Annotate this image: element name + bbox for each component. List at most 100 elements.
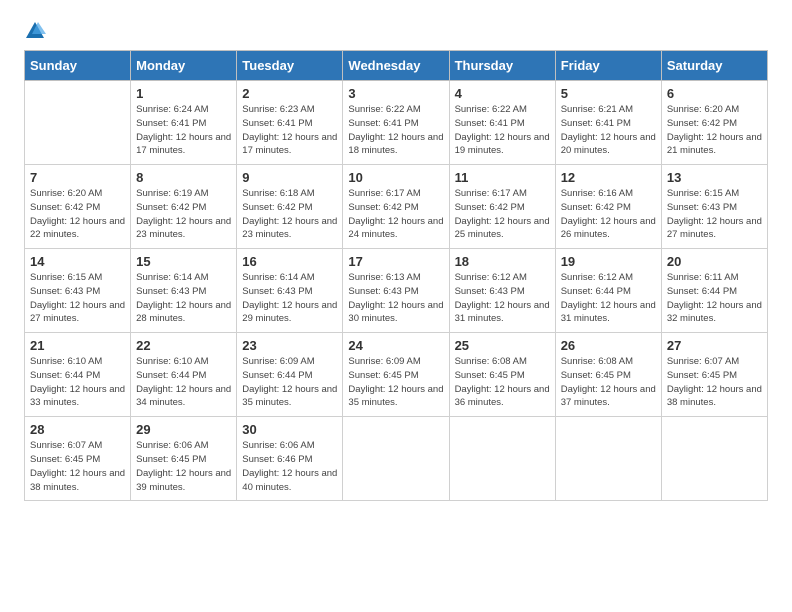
day-number: 26 (561, 338, 656, 353)
day-cell: 30 Sunrise: 6:06 AMSunset: 6:46 PMDayligh… (237, 417, 343, 501)
day-number: 14 (30, 254, 125, 269)
day-cell: 6 Sunrise: 6:20 AMSunset: 6:42 PMDaylight… (661, 81, 767, 165)
day-number: 8 (136, 170, 231, 185)
day-number: 10 (348, 170, 443, 185)
day-number: 27 (667, 338, 762, 353)
week-row-5: 28 Sunrise: 6:07 AMSunset: 6:45 PMDayligh… (25, 417, 768, 501)
logo (24, 20, 50, 42)
week-row-4: 21 Sunrise: 6:10 AMSunset: 6:44 PMDayligh… (25, 333, 768, 417)
day-number: 24 (348, 338, 443, 353)
day-number: 19 (561, 254, 656, 269)
day-number: 4 (455, 86, 550, 101)
day-number: 30 (242, 422, 337, 437)
day-cell (449, 417, 555, 501)
day-cell: 1Sunrise: 6:24 AMSunset: 6:41 PMDaylight… (131, 81, 237, 165)
day-info: Sunrise: 6:09 AMSunset: 6:45 PMDaylight:… (348, 355, 443, 410)
day-info: Sunrise: 6:07 AMSunset: 6:45 PMDaylight:… (667, 355, 762, 410)
day-cell: 5 Sunrise: 6:21 AMSunset: 6:41 PMDaylight… (555, 81, 661, 165)
day-number: 5 (561, 86, 656, 101)
day-info: Sunrise: 6:20 AMSunset: 6:42 PMDaylight:… (667, 103, 762, 158)
header-cell-thursday: Thursday (449, 51, 555, 81)
day-cell: 28 Sunrise: 6:07 AMSunset: 6:45 PMDayligh… (25, 417, 131, 501)
day-cell: 17Sunrise: 6:13 AMSunset: 6:43 PMDayligh… (343, 249, 449, 333)
day-number: 3 (348, 86, 443, 101)
day-cell: 9 Sunrise: 6:18 AMSunset: 6:42 PMDaylight… (237, 165, 343, 249)
day-cell: 18Sunrise: 6:12 AMSunset: 6:43 PMDayligh… (449, 249, 555, 333)
day-info: Sunrise: 6:09 AMSunset: 6:44 PMDaylight:… (242, 355, 337, 410)
day-info: Sunrise: 6:22 AMSunset: 6:41 PMDaylight:… (348, 103, 443, 158)
day-cell: 15 Sunrise: 6:14 AMSunset: 6:43 PMDayligh… (131, 249, 237, 333)
day-cell: 22 Sunrise: 6:10 AMSunset: 6:44 PMDayligh… (131, 333, 237, 417)
day-info: Sunrise: 6:10 AMSunset: 6:44 PMDaylight:… (136, 355, 231, 410)
day-number: 21 (30, 338, 125, 353)
day-info: Sunrise: 6:18 AMSunset: 6:42 PMDaylight:… (242, 187, 337, 242)
day-cell: 8 Sunrise: 6:19 AMSunset: 6:42 PMDaylight… (131, 165, 237, 249)
day-number: 9 (242, 170, 337, 185)
day-number: 16 (242, 254, 337, 269)
header-cell-sunday: Sunday (25, 51, 131, 81)
day-number: 29 (136, 422, 231, 437)
day-cell: 3 Sunrise: 6:22 AMSunset: 6:41 PMDaylight… (343, 81, 449, 165)
week-row-2: 7 Sunrise: 6:20 AMSunset: 6:42 PMDaylight… (25, 165, 768, 249)
day-info: Sunrise: 6:20 AMSunset: 6:42 PMDaylight:… (30, 187, 125, 242)
header-cell-wednesday: Wednesday (343, 51, 449, 81)
day-info: Sunrise: 6:15 AMSunset: 6:43 PMDaylight:… (667, 187, 762, 242)
day-info: Sunrise: 6:17 AMSunset: 6:42 PMDaylight:… (455, 187, 550, 242)
day-cell: 19 Sunrise: 6:12 AMSunset: 6:44 PMDayligh… (555, 249, 661, 333)
day-info: Sunrise: 6:14 AMSunset: 6:43 PMDaylight:… (136, 271, 231, 326)
day-number: 22 (136, 338, 231, 353)
day-cell: 13 Sunrise: 6:15 AMSunset: 6:43 PMDayligh… (661, 165, 767, 249)
day-cell: 21Sunrise: 6:10 AMSunset: 6:44 PMDayligh… (25, 333, 131, 417)
header-cell-tuesday: Tuesday (237, 51, 343, 81)
day-number: 23 (242, 338, 337, 353)
day-info: Sunrise: 6:13 AMSunset: 6:43 PMDaylight:… (348, 271, 443, 326)
day-cell: 2 Sunrise: 6:23 AMSunset: 6:41 PMDaylight… (237, 81, 343, 165)
day-number: 13 (667, 170, 762, 185)
day-cell (661, 417, 767, 501)
day-info: Sunrise: 6:23 AMSunset: 6:41 PMDaylight:… (242, 103, 337, 158)
day-info: Sunrise: 6:11 AMSunset: 6:44 PMDaylight:… (667, 271, 762, 326)
day-number: 15 (136, 254, 231, 269)
day-info: Sunrise: 6:06 AMSunset: 6:46 PMDaylight:… (242, 439, 337, 494)
day-info: Sunrise: 6:17 AMSunset: 6:42 PMDaylight:… (348, 187, 443, 242)
day-number: 28 (30, 422, 125, 437)
day-cell: 25Sunrise: 6:08 AMSunset: 6:45 PMDayligh… (449, 333, 555, 417)
day-info: Sunrise: 6:15 AMSunset: 6:43 PMDaylight:… (30, 271, 125, 326)
day-number: 12 (561, 170, 656, 185)
day-cell: 11Sunrise: 6:17 AMSunset: 6:42 PMDayligh… (449, 165, 555, 249)
day-cell: 14 Sunrise: 6:15 AMSunset: 6:43 PMDayligh… (25, 249, 131, 333)
day-cell: 12 Sunrise: 6:16 AMSunset: 6:42 PMDayligh… (555, 165, 661, 249)
day-cell: 24 Sunrise: 6:09 AMSunset: 6:45 PMDayligh… (343, 333, 449, 417)
day-info: Sunrise: 6:06 AMSunset: 6:45 PMDaylight:… (136, 439, 231, 494)
day-number: 7 (30, 170, 125, 185)
day-number: 6 (667, 86, 762, 101)
day-cell: 29 Sunrise: 6:06 AMSunset: 6:45 PMDayligh… (131, 417, 237, 501)
header-cell-friday: Friday (555, 51, 661, 81)
day-info: Sunrise: 6:16 AMSunset: 6:42 PMDaylight:… (561, 187, 656, 242)
day-number: 2 (242, 86, 337, 101)
day-cell: 7 Sunrise: 6:20 AMSunset: 6:42 PMDaylight… (25, 165, 131, 249)
page-header (24, 20, 768, 42)
day-info: Sunrise: 6:19 AMSunset: 6:42 PMDaylight:… (136, 187, 231, 242)
day-cell: 16 Sunrise: 6:14 AMSunset: 6:43 PMDayligh… (237, 249, 343, 333)
day-info: Sunrise: 6:22 AMSunset: 6:41 PMDaylight:… (455, 103, 550, 158)
day-cell (555, 417, 661, 501)
header-cell-saturday: Saturday (661, 51, 767, 81)
day-info: Sunrise: 6:21 AMSunset: 6:41 PMDaylight:… (561, 103, 656, 158)
calendar-table: SundayMondayTuesdayWednesdayThursdayFrid… (24, 50, 768, 501)
day-info: Sunrise: 6:08 AMSunset: 6:45 PMDaylight:… (561, 355, 656, 410)
day-cell: 20 Sunrise: 6:11 AMSunset: 6:44 PMDayligh… (661, 249, 767, 333)
day-info: Sunrise: 6:08 AMSunset: 6:45 PMDaylight:… (455, 355, 550, 410)
day-cell: 4 Sunrise: 6:22 AMSunset: 6:41 PMDaylight… (449, 81, 555, 165)
day-info: Sunrise: 6:07 AMSunset: 6:45 PMDaylight:… (30, 439, 125, 494)
day-cell (25, 81, 131, 165)
day-info: Sunrise: 6:24 AMSunset: 6:41 PMDaylight:… (136, 103, 231, 158)
day-number: 20 (667, 254, 762, 269)
header-row: SundayMondayTuesdayWednesdayThursdayFrid… (25, 51, 768, 81)
header-cell-monday: Monday (131, 51, 237, 81)
day-info: Sunrise: 6:14 AMSunset: 6:43 PMDaylight:… (242, 271, 337, 326)
day-info: Sunrise: 6:12 AMSunset: 6:44 PMDaylight:… (561, 271, 656, 326)
day-cell (343, 417, 449, 501)
day-cell: 27 Sunrise: 6:07 AMSunset: 6:45 PMDayligh… (661, 333, 767, 417)
week-row-1: 1Sunrise: 6:24 AMSunset: 6:41 PMDaylight… (25, 81, 768, 165)
